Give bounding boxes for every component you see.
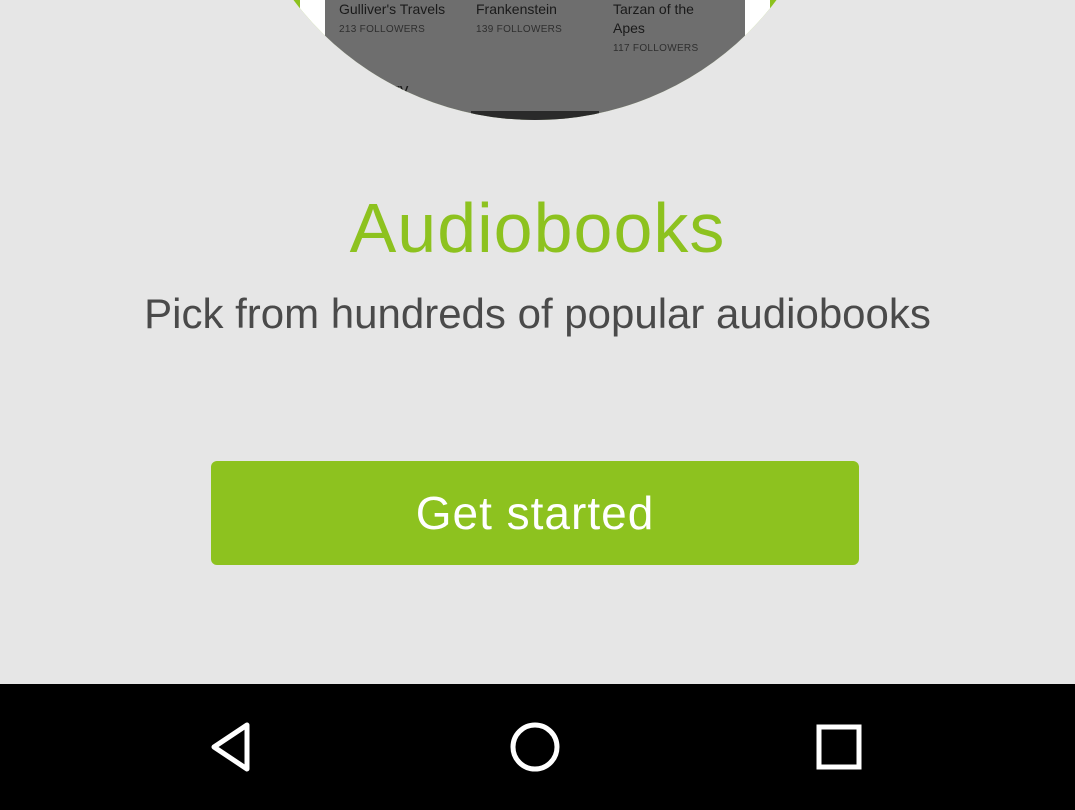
book-followers: 213 FOLLOWERS [339,24,426,35]
system-nav-bar [0,684,1075,810]
book-card: Tarzan of the Apes 117 FOLLOWERS [613,0,743,56]
page-title: Audiobooks [349,189,726,267]
recents-button[interactable] [804,712,874,782]
book-title: Tarzan of the Apes [613,1,694,36]
book-title: Frankenstein [476,1,557,17]
book-followers: 139 FOLLOWERS [476,24,563,35]
preview-image: Gulliver's Travels 213 FOLLOWERS Franken… [235,0,835,120]
screen: Gulliver's Travels 213 FOLLOWERS Franken… [0,0,1075,810]
book-card: Frankenstein 139 FOLLOWERS [476,0,606,37]
preview-section-label: tery [380,80,409,99]
back-triangle-icon [211,722,250,772]
preview-screen: Gulliver's Travels 213 FOLLOWERS Franken… [325,0,745,120]
preview-thumbnail [471,111,599,120]
recents-square-icon [816,724,862,770]
book-card: Gulliver's Travels 213 FOLLOWERS [339,0,469,37]
back-button[interactable] [197,712,267,782]
get-started-button[interactable]: Get started [211,461,859,565]
book-followers: 117 FOLLOWERS [613,43,699,54]
onboarding-page: Gulliver's Travels 213 FOLLOWERS Franken… [0,0,1075,684]
home-button[interactable] [500,712,570,782]
page-subtitle: Pick from hundreds of popular audiobooks [144,290,931,337]
book-title: Gulliver's Travels [339,1,446,17]
home-circle-icon [510,722,560,772]
